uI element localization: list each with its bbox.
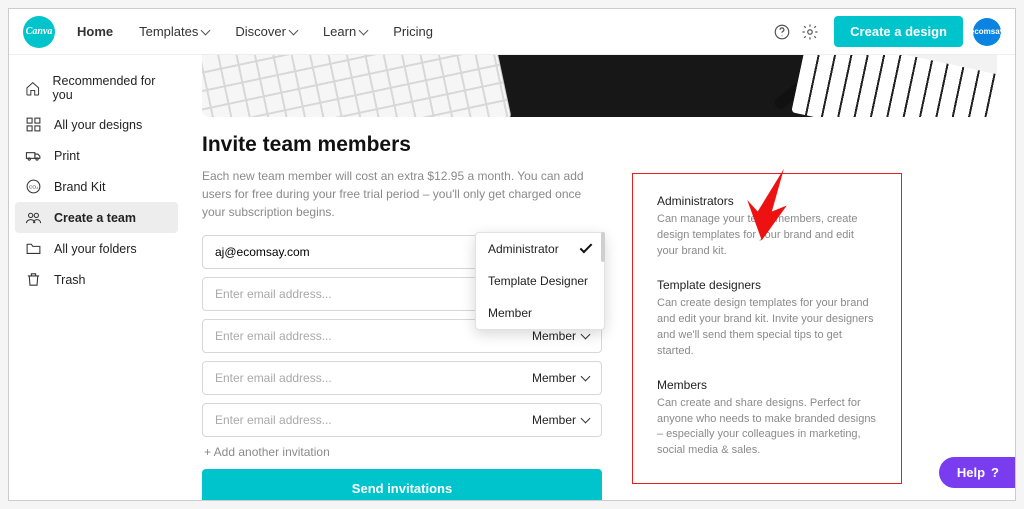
sidebar-label: Print [54, 149, 80, 163]
nav-home[interactable]: Home [77, 24, 113, 39]
sidebar-item-create-team[interactable]: Create a team [15, 202, 178, 233]
primary-nav: Home Templates Discover Learn Pricing [77, 24, 433, 39]
role-info-title: Members [657, 378, 877, 392]
sidebar: Recommended for you All your designs Pri… [9, 55, 184, 500]
top-nav: Canva Home Templates Discover Learn Pric… [9, 9, 1015, 55]
check-icon [580, 241, 593, 254]
page-title: Invite team members [202, 133, 602, 157]
question-mark-icon: ? [991, 465, 999, 480]
sidebar-item-brand-kit[interactable]: CO₂ Brand Kit [15, 171, 178, 202]
settings-icon[interactable] [796, 18, 824, 46]
role-select[interactable]: Member [520, 329, 601, 343]
main-area: Invite team members Each new team member… [184, 55, 1015, 500]
canva-logo[interactable]: Canva [23, 16, 55, 48]
team-icon [25, 209, 42, 226]
chevron-down-icon [581, 330, 591, 340]
chevron-down-icon [201, 25, 211, 35]
role-option-label: Administrator [488, 242, 559, 256]
add-invitation-link[interactable]: + Add another invitation [204, 445, 602, 459]
sidebar-label: All your designs [54, 118, 142, 132]
invite-row: Member [202, 403, 602, 437]
annotation-arrow-icon [739, 163, 799, 245]
role-option-label: Template Designer [488, 274, 588, 288]
sidebar-label: Brand Kit [54, 180, 105, 194]
svg-text:CO₂: CO₂ [29, 185, 38, 191]
help-icon[interactable] [768, 18, 796, 46]
invite-row: Administrator Template Designer Member [202, 235, 602, 269]
home-icon [25, 80, 41, 97]
role-option-administrator[interactable]: Administrator [476, 233, 604, 265]
sidebar-label: Create a team [54, 211, 136, 225]
scrollbar-thumb[interactable] [601, 232, 605, 262]
chevron-down-icon [581, 414, 591, 424]
sidebar-item-recommended[interactable]: Recommended for you [15, 67, 178, 109]
sidebar-item-trash[interactable]: Trash [15, 264, 178, 295]
user-avatar[interactable]: ecomsay [973, 18, 1001, 46]
sidebar-label: Trash [54, 273, 86, 287]
role-info-desc: Can create design templates for your bra… [657, 296, 877, 360]
email-input[interactable] [203, 329, 520, 343]
sidebar-item-print[interactable]: Print [15, 140, 178, 171]
role-option-template-designer[interactable]: Template Designer [476, 265, 604, 297]
page-description: Each new team member will cost an extra … [202, 167, 602, 221]
role-label: Member [532, 413, 576, 427]
nav-discover[interactable]: Discover [235, 24, 297, 39]
role-option-member[interactable]: Member [476, 297, 604, 329]
chevron-down-icon [289, 25, 299, 35]
nav-learn-label: Learn [323, 24, 356, 39]
send-invitations-button[interactable]: Send invitations [202, 469, 602, 501]
nav-discover-label: Discover [235, 24, 286, 39]
invite-panel: Invite team members Each new team member… [202, 133, 602, 501]
help-button[interactable]: Help ? [939, 457, 1015, 488]
nav-templates-label: Templates [139, 24, 198, 39]
role-select[interactable]: Member [520, 371, 601, 385]
sidebar-item-folders[interactable]: All your folders [15, 233, 178, 264]
email-input[interactable] [203, 371, 520, 385]
role-label: Member [532, 371, 576, 385]
help-label: Help [957, 465, 985, 480]
brand-icon: CO₂ [25, 178, 42, 195]
sidebar-label: All your folders [54, 242, 137, 256]
role-select[interactable]: Member [520, 413, 601, 427]
invite-row: Member [202, 361, 602, 395]
nav-templates[interactable]: Templates [139, 24, 209, 39]
role-info-desc: Can create and share designs. Perfect fo… [657, 396, 877, 460]
sidebar-label: Recommended for you [53, 74, 168, 102]
trash-icon [25, 271, 42, 288]
truck-icon [25, 147, 42, 164]
chevron-down-icon [359, 25, 369, 35]
folder-icon [25, 240, 42, 257]
grid-icon [25, 116, 42, 133]
chevron-down-icon [581, 372, 591, 382]
role-dropdown: Administrator Template Designer Member [475, 232, 605, 330]
email-input[interactable] [203, 413, 520, 427]
nav-pricing[interactable]: Pricing [393, 24, 433, 39]
role-info-title: Template designers [657, 278, 877, 292]
role-option-label: Member [488, 306, 532, 320]
hero-banner [202, 55, 997, 117]
create-design-button[interactable]: Create a design [834, 16, 963, 47]
sidebar-item-all-designs[interactable]: All your designs [15, 109, 178, 140]
nav-learn[interactable]: Learn [323, 24, 367, 39]
role-label: Member [532, 329, 576, 343]
